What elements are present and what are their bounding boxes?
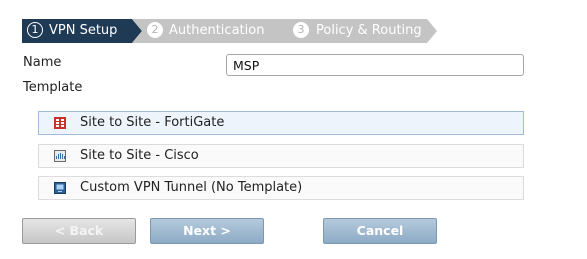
fortigate-icon (54, 117, 66, 129)
cancel-button[interactable]: Cancel (323, 218, 437, 244)
name-label: Name (23, 55, 62, 70)
step-authentication: 2 Authentication (132, 19, 300, 43)
template-option-label: Site to Site - FortiGate (80, 115, 225, 130)
step-label: Policy & Routing (316, 23, 422, 38)
template-option-fortigate[interactable]: Site to Site - FortiGate (38, 111, 524, 135)
step-number: 3 (293, 22, 309, 38)
step-vpn-setup: 1 VPN Setup (22, 19, 142, 43)
step-policy-routing: 3 Policy & Routing (279, 19, 437, 43)
template-option-custom[interactable]: Custom VPN Tunnel (No Template) (38, 176, 524, 200)
name-input[interactable] (226, 54, 524, 76)
step-number: 1 (27, 22, 43, 38)
step-label: VPN Setup (49, 23, 118, 38)
template-option-label: Custom VPN Tunnel (No Template) (80, 180, 303, 195)
template-label: Template (23, 80, 83, 95)
cisco-icon (54, 150, 66, 162)
step-number: 2 (147, 22, 163, 38)
next-button[interactable]: Next > (150, 218, 264, 244)
custom-tunnel-icon (54, 182, 66, 194)
template-option-label: Site to Site - Cisco (80, 148, 199, 163)
step-label: Authentication (169, 23, 265, 38)
template-option-cisco[interactable]: Site to Site - Cisco (38, 144, 524, 168)
back-button[interactable]: < Back (22, 218, 136, 244)
